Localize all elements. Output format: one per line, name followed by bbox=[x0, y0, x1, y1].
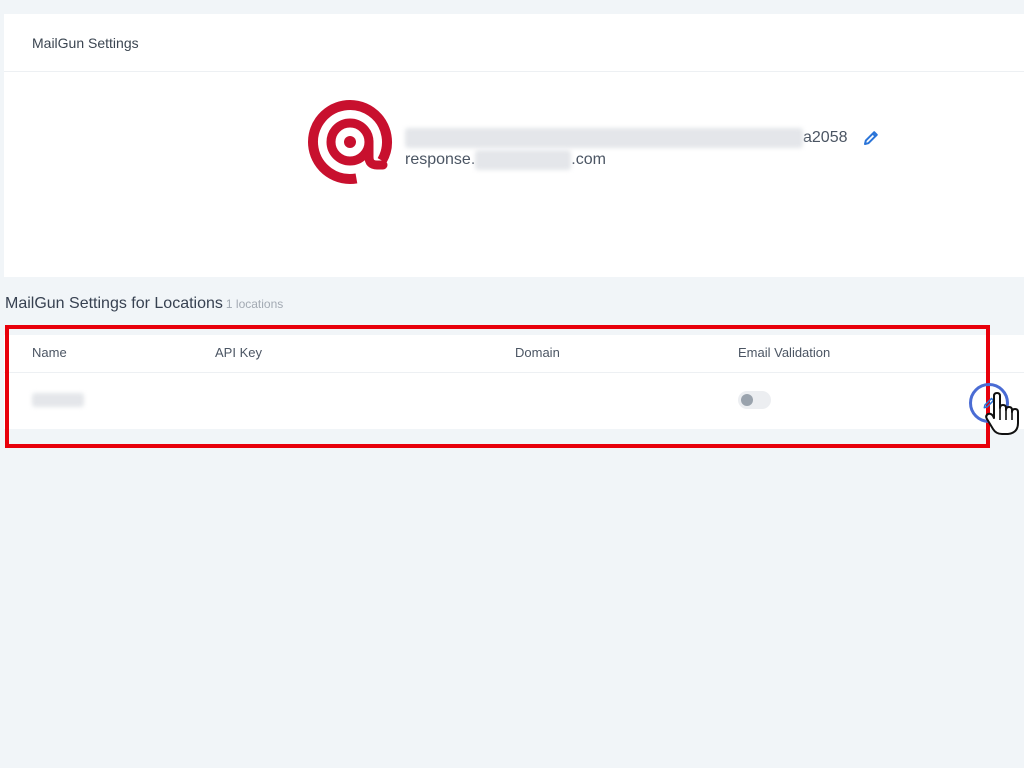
domain-suffix: .com bbox=[571, 151, 606, 168]
column-name: Name bbox=[32, 345, 67, 360]
table-header: Name API Key Domain Email Validation bbox=[4, 335, 1024, 373]
api-key-suffix: a2058 bbox=[803, 129, 848, 146]
mailgun-account: a2058 response. .com bbox=[307, 99, 880, 185]
api-key-redacted bbox=[405, 128, 803, 148]
row-edit-pencil-icon[interactable] bbox=[969, 383, 1009, 423]
edit-settings-pencil-icon[interactable] bbox=[862, 129, 880, 147]
api-key-line: a2058 bbox=[405, 127, 880, 149]
locations-table: Name API Key Domain Email Validation bbox=[4, 335, 1024, 429]
toggle-knob bbox=[741, 394, 753, 406]
locations-count: 1 locations bbox=[225, 297, 284, 311]
card-title: MailGun Settings bbox=[4, 14, 1024, 72]
column-domain: Domain bbox=[515, 345, 560, 360]
locations-section-title: MailGun Settings for Locations 1 location… bbox=[5, 295, 283, 313]
table-row bbox=[4, 373, 1024, 429]
domain-prefix: response. bbox=[405, 151, 476, 168]
domain-redacted bbox=[475, 150, 572, 170]
locations-title: MailGun Settings for Locations bbox=[5, 295, 223, 312]
pencil-icon bbox=[983, 397, 995, 409]
location-name-redacted bbox=[32, 393, 84, 407]
domain-line: response. .com bbox=[405, 149, 880, 171]
column-email-validation: Email Validation bbox=[738, 345, 831, 360]
mailgun-logo bbox=[308, 100, 392, 184]
email-validation-toggle[interactable] bbox=[738, 391, 771, 409]
column-api-key: API Key bbox=[215, 345, 262, 360]
